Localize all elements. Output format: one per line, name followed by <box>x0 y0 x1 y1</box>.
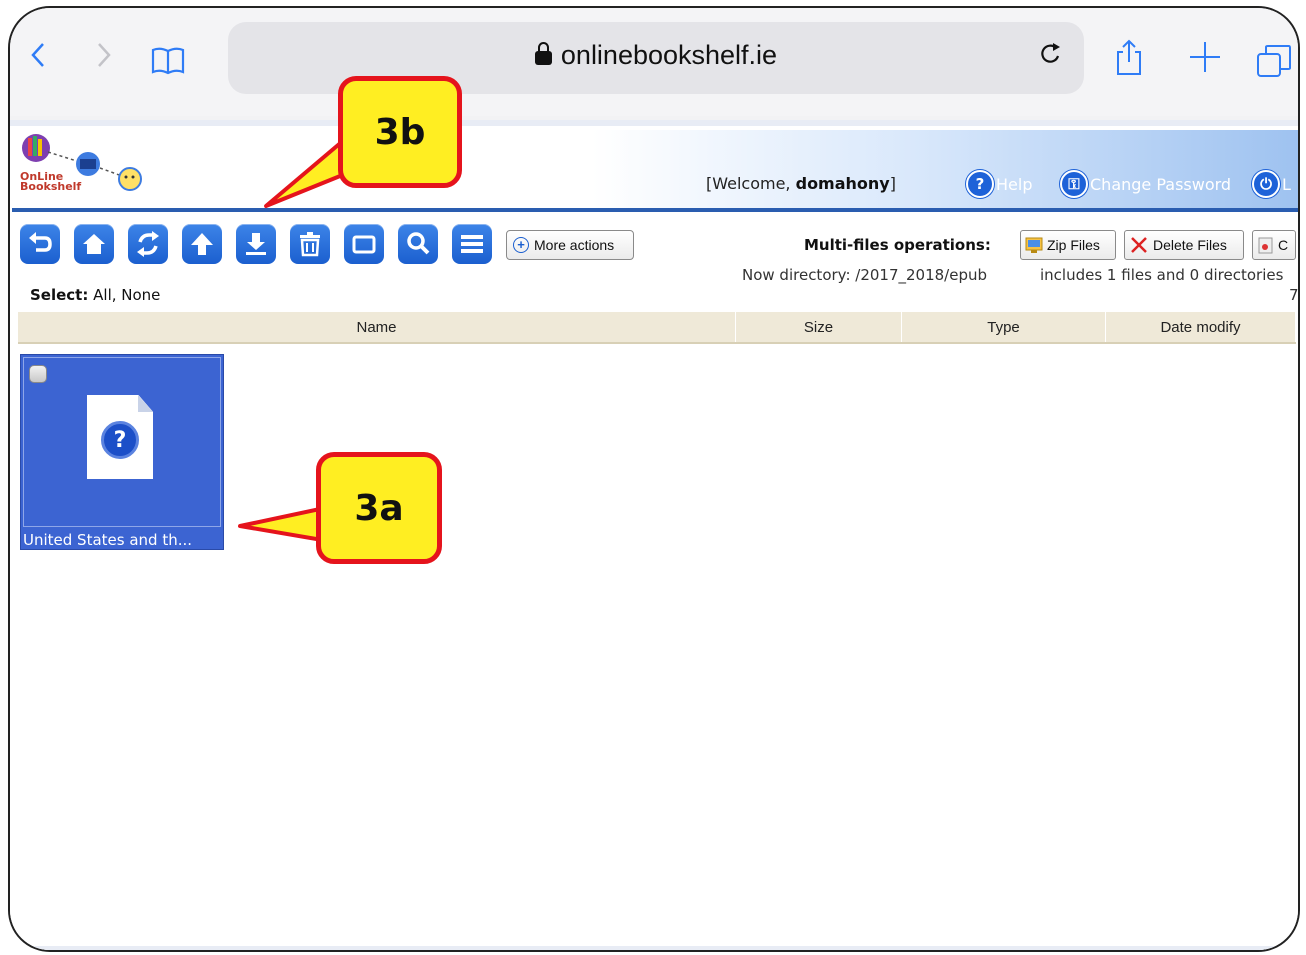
logout-label: L <box>1282 174 1291 194</box>
directory-summary-extra: 7 <box>1289 286 1299 304</box>
username: domahony <box>795 174 890 193</box>
key-icon: ⚿ <box>1060 170 1088 198</box>
help-link[interactable]: ? Help <box>966 170 1032 198</box>
column-type[interactable]: Type <box>902 312 1106 342</box>
power-icon: ⏻ <box>1252 170 1280 198</box>
change-password-label: Change Password <box>1090 174 1232 194</box>
plus-icon <box>1190 42 1220 72</box>
welcome-message: [Welcome, domahony] <box>706 174 896 193</box>
home-tool-button[interactable] <box>74 224 114 264</box>
home-icon <box>83 234 105 254</box>
site-logo[interactable]: OnLine Bookshelf <box>18 134 148 206</box>
column-name[interactable]: Name <box>18 312 736 342</box>
column-header: Name Size Type Date modify <box>18 312 1296 344</box>
file-name: United States and th... <box>23 531 193 549</box>
refresh-icon <box>137 231 159 257</box>
logo-line2: Bookshelf <box>20 180 82 193</box>
file-checkbox[interactable] <box>29 365 47 383</box>
new-tab-button[interactable] <box>1188 40 1222 85</box>
file-tile[interactable]: ? United States and th... <box>20 354 224 550</box>
tabs-button[interactable] <box>1256 44 1292 89</box>
refresh-tool-button[interactable] <box>128 224 168 264</box>
welcome-prefix: [Welcome, <box>706 174 796 193</box>
download-icon <box>246 233 266 255</box>
column-date-modify[interactable]: Date modify <box>1106 312 1296 342</box>
site-header: OnLine Bookshelf [Welcome, domahony] ? H… <box>12 130 1298 212</box>
select-options-link[interactable]: All, None <box>93 286 160 304</box>
callout-3a-label: 3a <box>354 487 404 529</box>
delete-tool-button[interactable] <box>290 224 330 264</box>
select-row: Select: All, None <box>30 286 160 304</box>
upload-tool-button[interactable] <box>182 224 222 264</box>
cut-files-label: C <box>1278 237 1289 253</box>
download-tool-button[interactable] <box>236 224 276 264</box>
callout-3b-label: 3b <box>374 111 426 153</box>
search-icon <box>407 232 430 255</box>
url-text: onlinebookshelf.ie <box>560 40 778 70</box>
plus-circle-icon: + <box>513 237 529 253</box>
delete-files-button[interactable]: Delete Files <box>1124 230 1244 260</box>
welcome-suffix: ] <box>889 174 896 193</box>
zip-files-label: Zip Files <box>1047 237 1100 253</box>
help-icon: ? <box>966 170 994 198</box>
lock-icon <box>534 42 552 65</box>
current-directory: Now directory: /2017_2018/epub <box>742 266 988 284</box>
reload-button[interactable] <box>1038 40 1062 73</box>
share-button[interactable] <box>1114 38 1144 89</box>
zip-files-button[interactable]: Zip Files <box>1020 230 1116 260</box>
cut-files-button[interactable]: C <box>1252 230 1296 260</box>
callout-3a: 3a <box>316 452 442 564</box>
chevron-left-icon <box>31 43 44 67</box>
search-tool-button[interactable] <box>398 224 438 264</box>
url-display: onlinebookshelf.ie <box>228 40 1084 71</box>
logo-text: OnLine Bookshelf <box>20 171 82 193</box>
delete-files-label: Delete Files <box>1153 237 1227 253</box>
share-icon <box>1117 39 1141 75</box>
tabs-icon <box>1257 45 1291 77</box>
callout-3b: 3b <box>338 76 462 188</box>
column-size[interactable]: Size <box>736 312 902 342</box>
trash-icon <box>300 232 320 257</box>
reload-icon <box>1041 43 1060 63</box>
list-view-tool-button[interactable] <box>452 224 492 264</box>
arrow-up-icon <box>191 233 213 255</box>
back-tool-button[interactable] <box>20 224 60 264</box>
web-page: OnLine Bookshelf [Welcome, domahony] ? H… <box>10 120 1299 950</box>
new-folder-tool-button[interactable] <box>344 224 384 264</box>
select-label: Select: <box>30 286 89 304</box>
logout-link[interactable]: ⏻ L <box>1252 170 1291 198</box>
x-icon <box>1131 237 1147 253</box>
zip-icon <box>1025 237 1043 253</box>
forward-button[interactable] <box>94 40 114 81</box>
more-actions-button[interactable]: + More actions <box>506 230 634 260</box>
more-actions-label: More actions <box>534 237 615 253</box>
book-icon <box>151 47 185 75</box>
change-password-link[interactable]: ⚿ Change Password <box>1060 170 1231 198</box>
bookmarks-button[interactable] <box>150 46 186 87</box>
folder-icon <box>352 235 376 254</box>
back-button[interactable] <box>28 40 48 81</box>
question-icon: ? <box>101 421 139 459</box>
chevron-right-icon <box>98 43 111 67</box>
page-bottom-bar <box>10 946 1298 950</box>
undo-icon <box>29 232 52 252</box>
multi-files-label: Multi-files operations: <box>804 236 991 254</box>
directory-summary: includes 1 files and 0 directories <box>1040 266 1284 284</box>
browser-toolbar: onlinebookshelf.ie <box>10 8 1298 116</box>
help-label: Help <box>996 174 1033 194</box>
device-frame: onlinebookshelf.ie OnLine Bookshelf [Wel… <box>8 6 1300 952</box>
clipboard-icon <box>1258 237 1273 254</box>
list-icon <box>461 235 483 253</box>
